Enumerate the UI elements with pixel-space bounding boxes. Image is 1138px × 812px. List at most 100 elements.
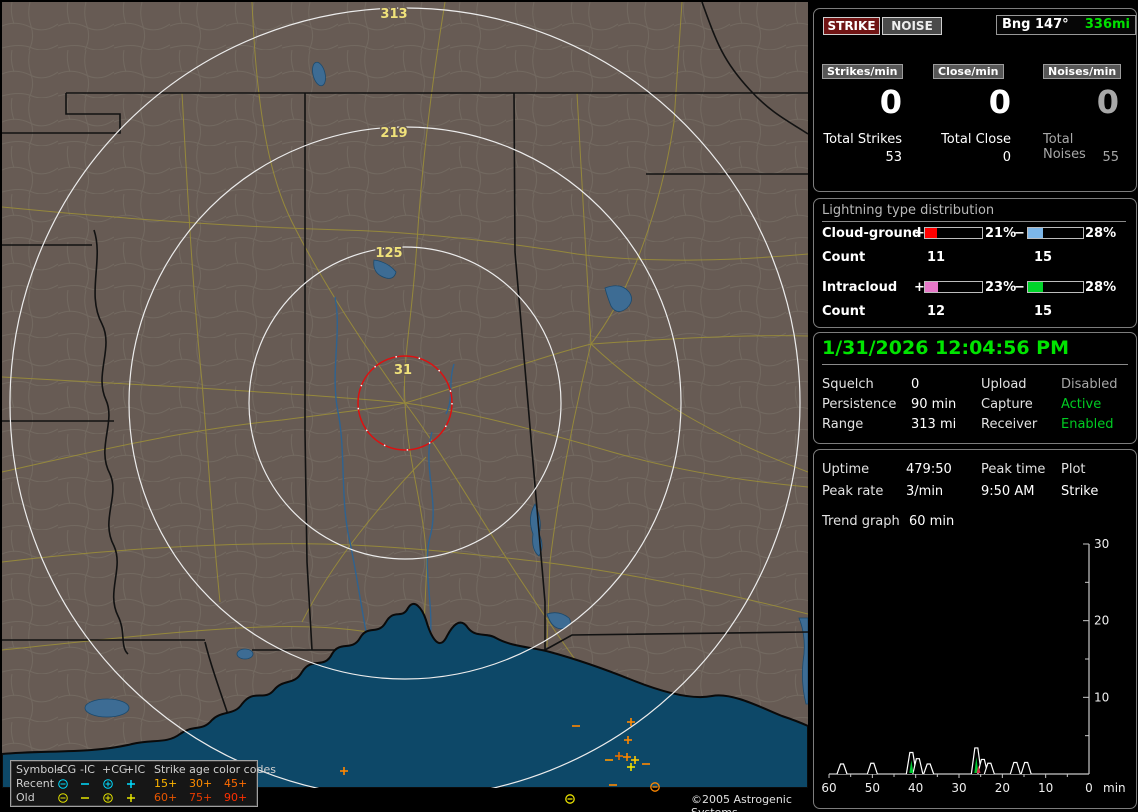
total-strikes-value: 53: [885, 150, 902, 165]
intracloud-label: Intracloud: [822, 280, 898, 295]
circle-plus-icon: [102, 792, 114, 804]
total-close-label: Total Close: [941, 132, 1011, 147]
ic-minus-bar: [1027, 281, 1084, 293]
close-rate: 0: [988, 83, 1011, 121]
strikes-column: Strikes/min 0 Total Strikes 53: [822, 9, 903, 191]
cloud-ground-label: Cloud-ground: [822, 226, 922, 241]
svg-text:30: 30: [1094, 537, 1109, 551]
noises-per-min-button[interactable]: Noises/min: [1043, 64, 1122, 79]
ring-label-219: 219: [380, 126, 407, 141]
circle-minus-icon: [57, 792, 69, 804]
ic-plus-bar: [924, 281, 983, 293]
trend-window-value: 60 min: [909, 514, 955, 529]
upload-label: Upload: [981, 377, 1027, 392]
range-value: 313 mi: [911, 417, 957, 432]
close-per-min-button[interactable]: Close/min: [933, 64, 1004, 79]
lightning-distribution-panel: Lightning type distribution Cloud-ground…: [813, 198, 1137, 328]
receiver-label: Receiver: [981, 417, 1038, 432]
circle-minus-icon: [57, 778, 69, 790]
age-code-45: 45+: [224, 777, 248, 790]
svg-text:20: 20: [1094, 614, 1109, 628]
plus-icon: [125, 778, 137, 790]
age-code-90: 90+: [224, 791, 248, 804]
minus-icon: [79, 778, 91, 790]
ic-plus-count: 12: [927, 304, 946, 319]
minus-sign: −: [1014, 226, 1025, 241]
legend-old-label: Old: [16, 791, 35, 804]
copyright-text: ©2005 Astrogenic Systems: [688, 793, 808, 812]
svg-text:10: 10: [1038, 781, 1053, 795]
age-code-75: 75+: [189, 791, 213, 804]
close-column: Close/min 0 Total Close 0: [933, 9, 1011, 191]
datetime-display: 1/31/2026 12:04:56 PM: [822, 337, 1128, 365]
intracloud-row: Intracloud + 23% − 28%: [814, 280, 1136, 295]
svg-text:20: 20: [995, 781, 1010, 795]
svg-text:50: 50: [865, 781, 880, 795]
minus-sign: −: [1014, 280, 1025, 295]
circle-plus-icon: [102, 778, 114, 790]
cg-minus-count: 15: [1034, 250, 1053, 265]
count-label: Count: [822, 304, 866, 319]
peak-time-value: 9:50 AM: [981, 484, 1035, 499]
legend-ncg-header: -CG: [56, 763, 77, 776]
svg-text:60: 60: [821, 781, 836, 795]
svg-text:0: 0: [1085, 781, 1093, 795]
status-panel: 1/31/2026 12:04:56 PM Squelch 0 Upload D…: [813, 332, 1137, 444]
ring-label-31: 31: [394, 363, 412, 378]
ic-minus-count: 15: [1034, 304, 1053, 319]
squelch-value: 0: [911, 377, 920, 392]
noises-rate: 0: [1096, 83, 1119, 121]
total-close-value: 0: [1002, 150, 1011, 165]
age-code-15: 15+: [154, 777, 178, 790]
distribution-title: Lightning type distribution: [822, 203, 1126, 222]
strikes-rate: 0: [879, 83, 902, 121]
ring-label-125: 125: [375, 246, 402, 261]
minus-icon: [79, 792, 91, 804]
persistence-label: Persistence: [822, 397, 897, 412]
ring-label-313: 313: [380, 7, 407, 22]
map-legend: Symbols -CG -IC +CG +IC Strike age color…: [10, 760, 276, 807]
svg-text:min: min: [1103, 781, 1126, 795]
lightning-map[interactable]: 313 219 125 31 Symbols -CG -IC +CG +IC S…: [2, 2, 808, 812]
ic-minus-pct: 28%: [1085, 280, 1117, 295]
cg-plus-count: 11: [927, 250, 946, 265]
cg-plus-bar: [924, 227, 983, 239]
total-strikes-label: Total Strikes: [823, 132, 902, 147]
peak-rate-value: 3/min: [906, 484, 944, 499]
uptime-value: 479:50: [906, 462, 952, 477]
peak-time-label: Peak time: [981, 462, 1046, 477]
plot-mode-value: Strike: [1061, 484, 1099, 499]
capture-status: Active: [1061, 397, 1102, 412]
svg-text:30: 30: [951, 781, 966, 795]
total-noises-value: 55: [1102, 150, 1119, 165]
plot-label: Plot: [1061, 462, 1086, 477]
cloud-ground-count-row: Count 11 15: [814, 250, 1136, 265]
cg-minus-pct: 28%: [1085, 226, 1117, 241]
cloud-ground-row: Cloud-ground + 21% − 28%: [814, 226, 1136, 241]
capture-label: Capture: [981, 397, 1033, 412]
map-canvas: 313 219 125 31: [2, 2, 808, 810]
peak-rate-label: Peak rate: [822, 484, 884, 499]
uptime-label: Uptime: [822, 462, 870, 477]
count-label: Count: [822, 250, 866, 265]
squelch-label: Squelch: [822, 377, 874, 392]
svg-text:10: 10: [1094, 690, 1109, 704]
ic-plus-pct: 23%: [985, 280, 1017, 295]
noises-column: Noises/min 0 Total Noises 55: [1043, 9, 1122, 191]
strikes-per-min-button[interactable]: Strikes/min: [822, 64, 903, 79]
age-code-60: 60+: [154, 791, 178, 804]
trend-graph-label: Trend graph: [822, 514, 900, 529]
intracloud-count-row: Count 12 15: [814, 304, 1136, 319]
legend-age-header: Strike age color codes: [154, 763, 276, 776]
plus-icon: [125, 792, 137, 804]
legend-nic-header: -IC: [80, 763, 95, 776]
legend-pic-header: +IC: [125, 763, 146, 776]
range-label: Range: [822, 417, 864, 432]
legend-pcg-header: +CG: [102, 763, 128, 776]
persistence-value: 90 min: [911, 397, 957, 412]
receiver-status: Enabled: [1061, 417, 1114, 432]
cg-plus-pct: 21%: [985, 226, 1017, 241]
nexstorm-window: 313 219 125 31 Symbols -CG -IC +CG +IC S…: [0, 0, 1138, 812]
trend-graph: 10 20 30 60 50 40 30 20 10 0 min: [821, 537, 1126, 795]
stats-trend-panel: Uptime 479:50 Peak time Plot Peak rate 3…: [813, 449, 1137, 809]
